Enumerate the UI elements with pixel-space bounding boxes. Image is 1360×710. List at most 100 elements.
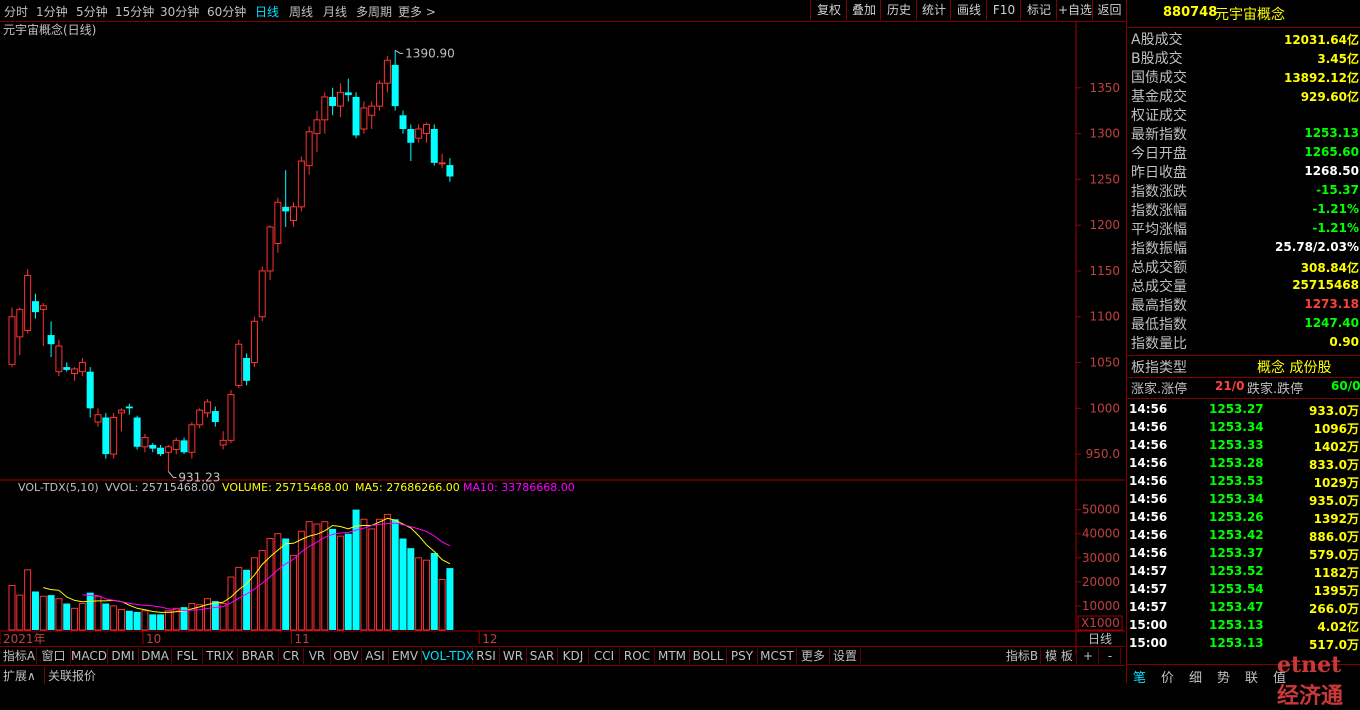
date-tick-label: 10 <box>146 632 161 646</box>
indicator-btn-b3[interactable]: + <box>1078 648 1099 664</box>
period-tab-8[interactable]: 月线 <box>323 3 347 20</box>
related-quote-button[interactable]: 关联报价 <box>44 667 96 684</box>
volume-bar <box>313 523 321 631</box>
tool-button-1[interactable]: 叠加 <box>846 0 881 20</box>
period-tab-4[interactable]: 30分钟 <box>160 3 199 20</box>
tick-volume: 579.0万 <box>1309 548 1359 562</box>
indicator-btn-b1[interactable]: 指标B <box>1004 648 1041 664</box>
stat-value: 1247.40 <box>1304 316 1359 330</box>
panel-tab-4[interactable]: 联 <box>1245 667 1258 686</box>
panel-tab-0[interactable]: 笔 <box>1133 667 1146 686</box>
candle-body <box>368 105 376 116</box>
period-tab-10[interactable]: 更多 > <box>398 3 436 20</box>
period-tab-5[interactable]: 60分钟 <box>207 3 246 20</box>
info-panel: 880748 元宇宙概念 A股成交 12031.64亿 B股成交 3.45亿 国债成交 1… <box>1126 0 1360 709</box>
period-tab-7[interactable]: 周线 <box>289 3 313 20</box>
date-tick-label: 12 <box>482 632 497 646</box>
stat-value: 929.60亿 <box>1300 90 1359 104</box>
indicator-tab-19[interactable]: ROC <box>620 648 655 664</box>
indicator-tab-21[interactable]: BOLL <box>690 648 727 664</box>
tool-button-5[interactable]: F10 <box>986 0 1021 20</box>
indicator-tab-25[interactable]: 设置 <box>830 648 861 664</box>
indicator-btn-b4[interactable]: - <box>1100 648 1121 664</box>
indicator-tab-16[interactable]: SAR <box>527 648 558 664</box>
indicator-tab-17[interactable]: KDJ <box>558 648 589 664</box>
tool-button-0[interactable]: 复权 <box>810 0 847 20</box>
indicator-tab-13[interactable]: VOL-TDX <box>422 648 474 664</box>
volume-bar <box>63 603 71 630</box>
indicator-tab-10[interactable]: OBV <box>331 648 362 664</box>
indicator-tab-6[interactable]: TRIX <box>203 648 238 664</box>
stat-value: 1268.50 <box>1304 164 1359 178</box>
indicator-tab-20[interactable]: MTM <box>655 648 690 664</box>
indicator-tab-9[interactable]: VR <box>304 648 331 664</box>
tool-button-8[interactable]: 返回 <box>1092 0 1126 20</box>
indicator-tab-24[interactable]: 更多 <box>797 648 830 664</box>
indicator-tab-2[interactable]: MACD <box>71 648 108 664</box>
volume-bar <box>407 548 415 630</box>
expand-button[interactable]: 扩展∧ <box>3 667 36 684</box>
panel-tab-1[interactable]: 价 <box>1161 667 1174 686</box>
indicator-btn-b2[interactable]: 模 板 <box>1042 648 1077 664</box>
volume-tick-label: 50000 <box>1082 503 1120 517</box>
volume-bar <box>321 521 329 631</box>
tick-time: 14:56 <box>1129 510 1168 524</box>
period-tab-9[interactable]: 多周期 <box>356 3 392 20</box>
volume-bar <box>250 557 258 631</box>
period-tab-0[interactable]: 分时 <box>4 3 28 20</box>
stat-label: 国债成交 <box>1131 70 1187 86</box>
vol-ma5-label: MA5: 27686266.00 <box>355 481 460 494</box>
tick-time: 15:00 <box>1129 636 1168 650</box>
period-tab-1[interactable]: 1分钟 <box>36 3 68 20</box>
volume-bar <box>219 603 227 631</box>
volume-bar <box>438 578 446 631</box>
indicator-tab-15[interactable]: WR <box>500 648 527 664</box>
tick-row: 14:56 1253.53 1029万 <box>1129 473 1359 491</box>
kline-chart[interactable]: 元宇宙概念(日线) 1350 1300 1250 1200 1150 1100 1050 100… <box>0 22 1125 654</box>
indicator-tab-23[interactable]: MCST <box>758 648 797 664</box>
volume-bar <box>24 569 32 631</box>
indicator-tab-7[interactable]: BRAR <box>238 648 279 664</box>
indicator-tab-4[interactable]: DMA <box>139 648 172 664</box>
period-tab-2[interactable]: 5分钟 <box>76 3 108 20</box>
tick-row: 15:00 1253.13 4.02亿 <box>1129 617 1359 635</box>
price-tick-label: 1350 <box>1089 81 1120 95</box>
indicator-tab-11[interactable]: ASI <box>362 648 389 664</box>
stat-value: 0.90 <box>1329 335 1359 349</box>
indicator-tab-22[interactable]: PSY <box>727 648 758 664</box>
indicator-tab-5[interactable]: FSL <box>172 648 203 664</box>
candle-body <box>250 320 258 364</box>
panel-tab-3[interactable]: 势 <box>1217 667 1230 686</box>
volume-bar <box>31 591 39 630</box>
volume-bar <box>78 603 86 631</box>
stat-value: -15.37 <box>1316 183 1359 197</box>
candle-body <box>31 301 39 313</box>
candle-body <box>422 123 430 135</box>
tick-row: 14:56 1253.27 933.0万 <box>1129 401 1359 419</box>
top-toolbar: 分时 1分钟 5分钟 15分钟 30分钟 60分钟 日线 周线 月线 多周期 更多 > 复权 叠加 历史统… <box>0 0 1125 22</box>
indicator-tab-3[interactable]: DMI <box>108 648 139 664</box>
indicator-tab-12[interactable]: EMV <box>389 648 422 664</box>
panel-tab-2[interactable]: 细 <box>1189 667 1202 686</box>
tool-button-4[interactable]: 画线 <box>950 0 987 20</box>
stat-row: 指数涨跌 -15.37 <box>1129 181 1359 200</box>
period-tab-3[interactable]: 15分钟 <box>115 3 154 20</box>
tool-button-6[interactable]: 标记 <box>1020 0 1057 20</box>
indicator-tab-18[interactable]: CCI <box>589 648 620 664</box>
candle-body <box>336 91 344 107</box>
candle-body <box>47 335 55 345</box>
tick-time: 14:56 <box>1129 420 1168 434</box>
candle-body <box>71 368 79 375</box>
tick-row: 14:56 1253.37 579.0万 <box>1129 545 1359 563</box>
stat-value: 25.78/2.03% <box>1275 240 1359 254</box>
indicator-tab-1[interactable]: 窗口 <box>37 648 71 664</box>
indicator-tab-8[interactable]: CR <box>279 648 304 664</box>
tool-button-2[interactable]: 历史 <box>880 0 917 20</box>
indicator-tab-0[interactable]: 指标A <box>2 648 37 664</box>
candle-body <box>86 371 94 409</box>
indicator-tab-14[interactable]: RSI <box>473 648 500 664</box>
period-tab-6[interactable]: 日线 <box>255 3 279 20</box>
tool-button-3[interactable]: 统计 <box>916 0 951 20</box>
tick-volume: 1096万 <box>1313 422 1359 436</box>
tool-button-7[interactable]: +自选 <box>1056 0 1093 20</box>
